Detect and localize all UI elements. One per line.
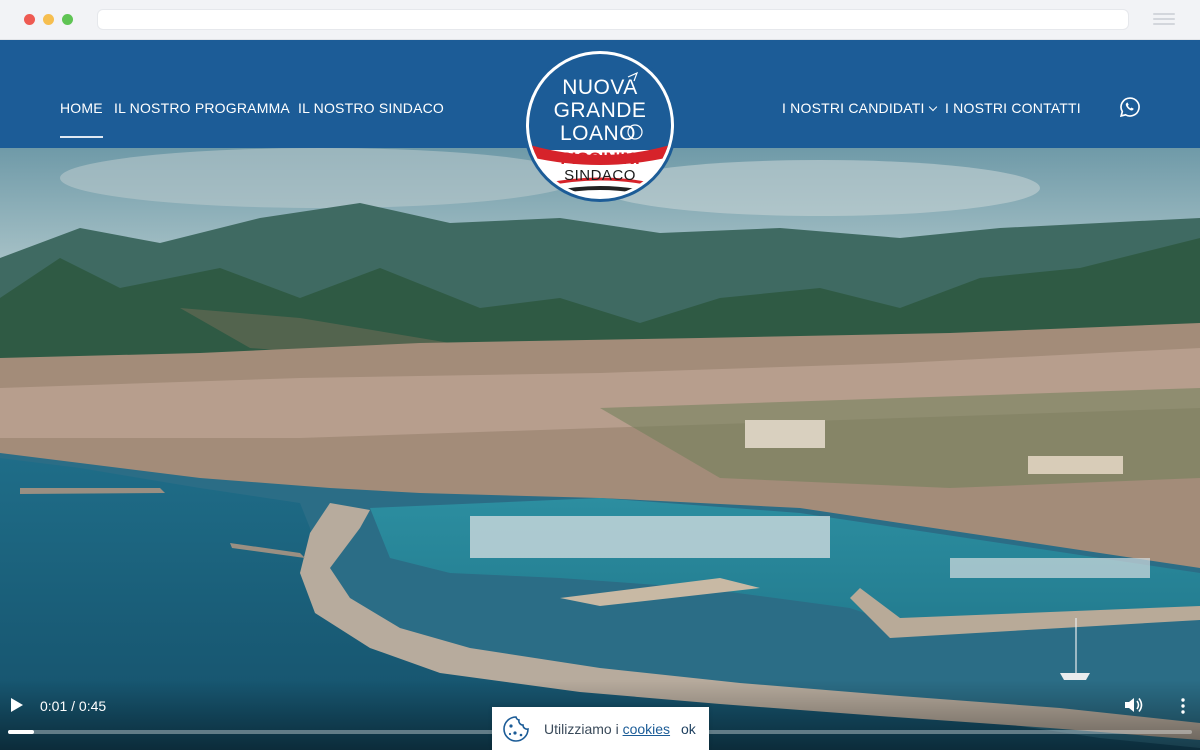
address-bar[interactable] xyxy=(97,9,1129,30)
cookie-ok-button[interactable]: ok xyxy=(681,721,696,737)
nuova-grande-loano-logo[interactable]: NUOVA GRANDE LOANO PICCININI SINDACO xyxy=(522,47,678,203)
nav-candidati-label: I NOSTRI CANDIDATI xyxy=(782,100,925,116)
nav-contatti[interactable]: I NOSTRI CONTATTI xyxy=(945,100,1081,116)
hero-video-frame xyxy=(0,148,1200,750)
nav-sindaco[interactable]: IL NOSTRO SINDACO xyxy=(298,100,444,116)
logo-line-1: NUOVA xyxy=(562,76,638,99)
logo-name: PICCININI xyxy=(560,149,639,168)
cookie-policy-link[interactable]: cookies xyxy=(623,721,670,737)
close-window-button[interactable] xyxy=(24,14,35,25)
maximize-window-button[interactable] xyxy=(62,14,73,25)
more-options-icon[interactable] xyxy=(1178,697,1188,715)
browser-chrome xyxy=(0,0,1200,40)
cookie-message: Utilizziamo i cookies xyxy=(544,721,670,737)
logo-line-3: LOANO xyxy=(560,122,636,145)
cookie-text: Utilizziamo i xyxy=(544,721,623,737)
video-progress-fill xyxy=(8,730,35,734)
volume-icon[interactable] xyxy=(1124,696,1144,714)
minimize-window-button[interactable] xyxy=(43,14,54,25)
nav-programma[interactable]: IL NOSTRO PROGRAMMA xyxy=(114,100,290,116)
hero-video[interactable] xyxy=(0,148,1200,750)
browser-menu-icon[interactable] xyxy=(1153,13,1175,27)
video-time: 0:01 / 0:45 xyxy=(40,698,107,714)
cookie-banner: Utilizziamo i cookies ok xyxy=(492,707,709,750)
nav-home[interactable]: HOME xyxy=(60,100,103,138)
whatsapp-icon[interactable] xyxy=(1119,96,1141,118)
cookie-icon xyxy=(503,716,529,742)
logo-role: SINDACO xyxy=(564,167,636,184)
logo-line-2: GRANDE xyxy=(554,99,647,122)
chevron-down-icon xyxy=(928,102,937,112)
play-icon[interactable] xyxy=(10,697,24,713)
nav-candidati[interactable]: I NOSTRI CANDIDATI xyxy=(782,100,937,116)
